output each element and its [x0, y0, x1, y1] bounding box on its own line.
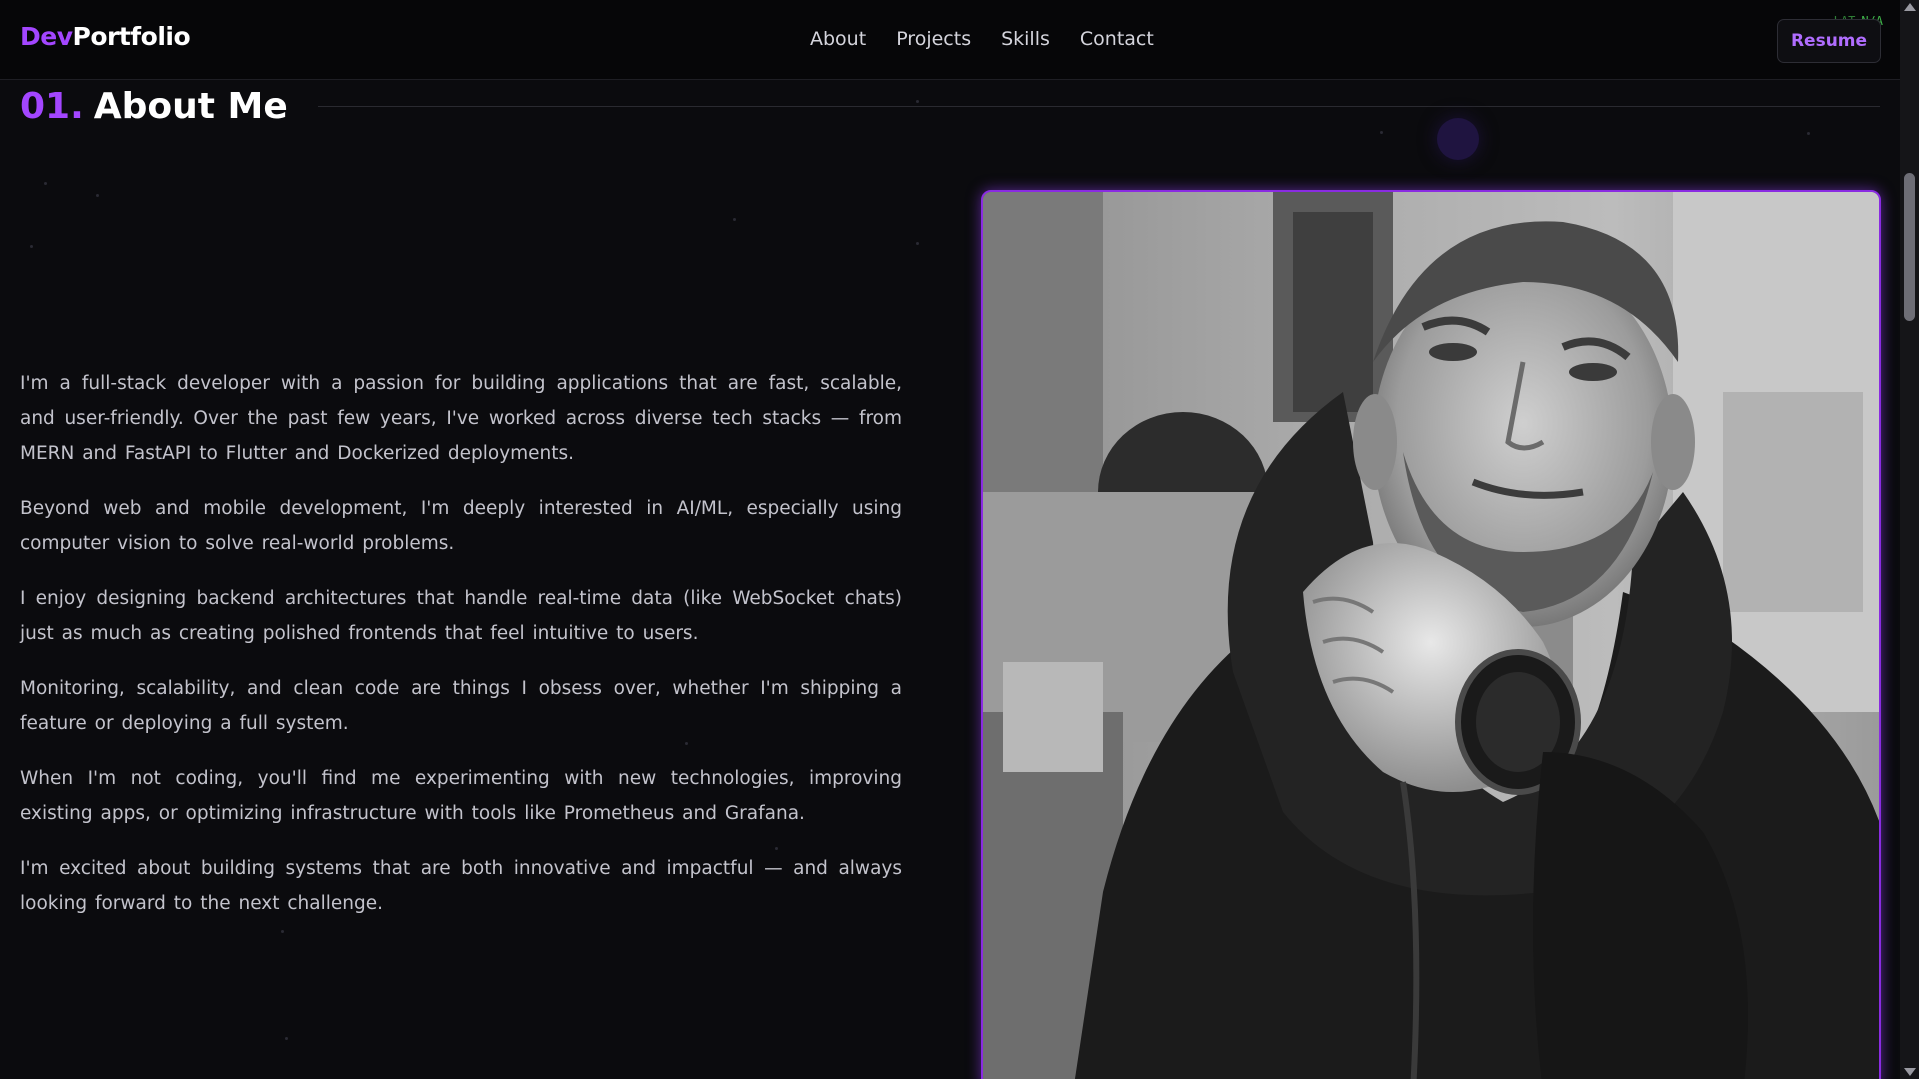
about-paragraph: Monitoring, scalability, and clean code …: [20, 678, 902, 734]
page: DevPortfolio About Projects Skills Conta…: [0, 0, 1919, 1079]
profile-photo-image: [983, 192, 1879, 1079]
resume-button[interactable]: Resume: [1777, 19, 1881, 63]
about-paragraph: I'm a full-stack developer with a passio…: [20, 373, 902, 464]
section-header: 01. About Me: [20, 86, 1880, 127]
logo-accent: Dev: [20, 22, 73, 51]
nav-links: About Projects Skills Contact: [810, 28, 1154, 50]
nav-link-projects[interactable]: Projects: [896, 28, 971, 50]
top-navbar: DevPortfolio About Projects Skills Conta…: [0, 0, 1900, 80]
particle: [733, 218, 736, 221]
about-paragraph: I'm excited about building systems that …: [20, 858, 902, 914]
section-number: 01.: [20, 86, 84, 127]
scrollbar-thumb[interactable]: [1904, 173, 1915, 321]
scrollbar[interactable]: [1900, 0, 1919, 1079]
about-paragraph: When I'm not coding, you'll find me expe…: [20, 768, 902, 824]
about-text: I'm a full-stack developer with a passio…: [20, 366, 902, 941]
particle: [1380, 131, 1383, 134]
section-divider: [317, 106, 1880, 107]
glow-orb: [1437, 118, 1479, 160]
about-paragraph: Beyond web and mobile development, I'm d…: [20, 498, 902, 554]
chevron-up-icon[interactable]: [1904, 3, 1916, 11]
logo-text: Portfolio: [72, 22, 191, 51]
nav-link-about[interactable]: About: [810, 28, 866, 50]
particle: [30, 245, 33, 248]
logo[interactable]: DevPortfolio: [20, 22, 191, 51]
profile-photo: [981, 190, 1881, 1079]
particle: [96, 194, 99, 197]
nav-link-skills[interactable]: Skills: [1001, 28, 1050, 50]
about-paragraph: I enjoy designing backend architectures …: [20, 588, 902, 644]
particle: [1807, 132, 1810, 135]
nav-link-contact[interactable]: Contact: [1080, 28, 1154, 50]
particle: [916, 242, 919, 245]
section-title: About Me: [93, 86, 288, 127]
particle: [44, 182, 47, 185]
chevron-down-icon[interactable]: [1904, 1068, 1916, 1076]
particle: [285, 1037, 288, 1040]
